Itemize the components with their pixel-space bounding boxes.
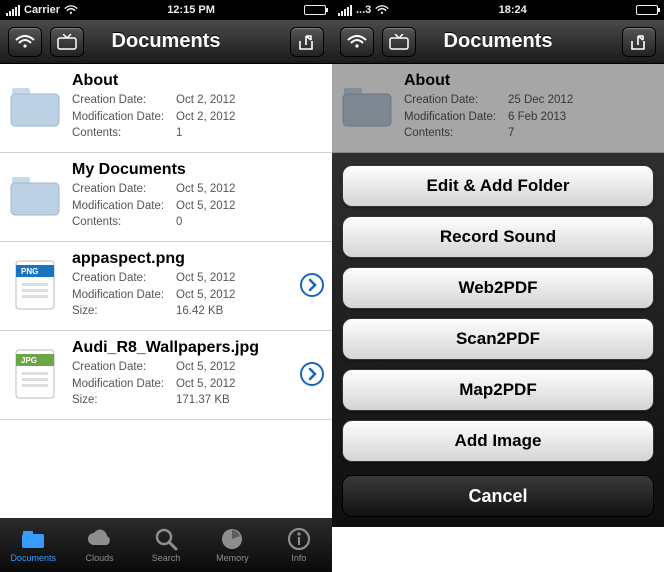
wifi-icon [347, 35, 367, 49]
list-item[interactable]: About Creation Date:Oct 2, 2012 Modifica… [0, 64, 332, 153]
tab-info[interactable]: Info [266, 518, 332, 572]
battery-icon [304, 5, 326, 15]
share-icon [298, 34, 316, 50]
item-meta: Creation Date:Oct 2, 2012 Modification D… [72, 92, 324, 142]
share-icon [630, 34, 648, 50]
list-item[interactable]: My Documents Creation Date:Oct 5, 2012 M… [0, 153, 332, 242]
sheet-action-button[interactable]: Edit & Add Folder [342, 165, 654, 207]
signal-icon [6, 5, 20, 16]
wifi-icon [64, 5, 78, 15]
folder-icon [10, 86, 60, 128]
battery-icon [636, 5, 658, 15]
tab-label: Memory [216, 553, 249, 563]
sheet-action-button[interactable]: Scan2PDF [342, 318, 654, 360]
list-item[interactable]: PNG appaspect.png Creation Date:Oct 5, 2… [0, 242, 332, 331]
list-item[interactable]: JPG Audi_R8_Wallpapers.jpg Creation Date… [0, 331, 332, 420]
item-title: About [72, 72, 324, 90]
documents-icon [19, 527, 47, 551]
search-icon [152, 527, 180, 551]
tab-label: Search [152, 553, 181, 563]
file-icon: PNG [12, 259, 58, 311]
tv-button[interactable] [50, 27, 84, 57]
sheet-action-button[interactable]: Web2PDF [342, 267, 654, 309]
action-sheet: Edit & Add Folder Record Sound Web2PDF Scan… [332, 153, 664, 527]
sheet-action-button[interactable]: Record Sound [342, 216, 654, 258]
file-list[interactable]: About Creation Date:Oct 2, 2012 Modifica… [0, 64, 332, 518]
tab-search[interactable]: Search [133, 518, 199, 572]
sheet-cancel-button[interactable]: Cancel [342, 475, 654, 517]
sheet-action-button[interactable]: Add Image [342, 420, 654, 462]
svg-text:PNG: PNG [21, 267, 38, 276]
tab-memory[interactable]: Memory [199, 518, 265, 572]
nav-bar: Documents [332, 20, 664, 64]
tab-label: Info [291, 553, 306, 563]
status-bar: Carrier 12:15 PM [0, 0, 332, 20]
item-title: appaspect.png [72, 250, 290, 268]
tv-icon [57, 34, 77, 50]
sheet-action-button[interactable]: Map2PDF [342, 369, 654, 411]
clock-label: 12:15 PM [167, 4, 215, 16]
folder-icon [10, 175, 60, 217]
tab-bar: Documents Clouds Search Memory Info [0, 518, 332, 572]
nav-bar: Documents [0, 20, 332, 64]
info-icon [285, 527, 313, 551]
disclosure-icon[interactable] [300, 362, 324, 386]
share-button[interactable] [622, 27, 656, 57]
file-icon: JPG [12, 348, 58, 400]
content-area: About Creation Date:25 Dec 2012 Modifica… [332, 64, 664, 572]
wifi-button[interactable] [340, 27, 374, 57]
wifi-icon [375, 5, 389, 15]
disclosure-icon[interactable] [300, 273, 324, 297]
status-bar: ...3 18:24 [332, 0, 664, 20]
item-meta: Creation Date:Oct 5, 2012 Modification D… [72, 270, 290, 320]
signal-icon [338, 5, 352, 16]
memory-icon [218, 527, 246, 551]
svg-text:JPG: JPG [21, 356, 37, 365]
phone-right: ...3 18:24 Documents [332, 0, 664, 572]
wifi-button[interactable] [8, 27, 42, 57]
carrier-label: Carrier [24, 4, 60, 16]
tab-label: Clouds [86, 553, 114, 563]
clock-label: 18:24 [499, 4, 527, 16]
page-title: Documents [444, 30, 553, 53]
tab-label: Documents [10, 553, 56, 563]
phone-left: Carrier 12:15 PM Documents About [0, 0, 332, 572]
tab-clouds[interactable]: Clouds [66, 518, 132, 572]
item-meta: Creation Date:Oct 5, 2012 Modification D… [72, 181, 324, 231]
tab-documents[interactable]: Documents [0, 518, 66, 572]
dimmed-background: About Creation Date:25 Dec 2012 Modifica… [332, 64, 664, 153]
share-button[interactable] [290, 27, 324, 57]
carrier-label: ...3 [356, 4, 371, 16]
clouds-icon [86, 527, 114, 551]
item-title: Audi_R8_Wallpapers.jpg [72, 339, 290, 357]
tv-icon [389, 34, 409, 50]
wifi-icon [15, 35, 35, 49]
item-title: My Documents [72, 161, 324, 179]
tv-button[interactable] [382, 27, 416, 57]
item-meta: Creation Date:Oct 5, 2012 Modification D… [72, 359, 290, 409]
page-title: Documents [112, 30, 221, 53]
